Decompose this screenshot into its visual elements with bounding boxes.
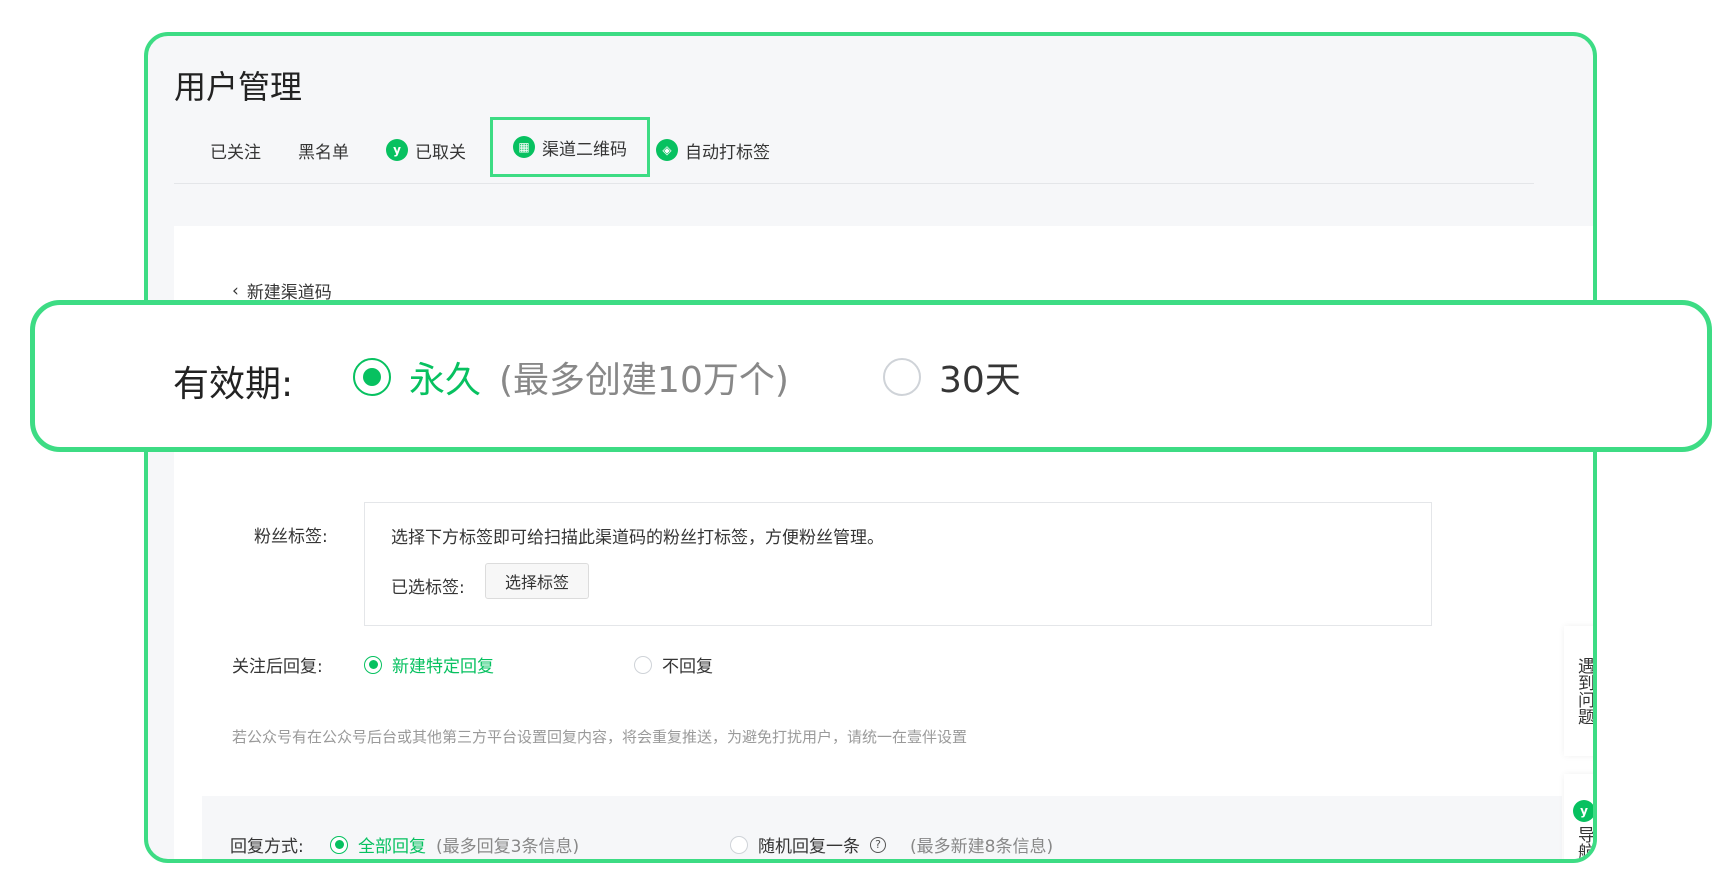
tab-label: 自动打标签 [685,142,770,163]
radio-empty-icon [883,358,921,396]
selected-tags-label: 已选标签: [391,578,465,598]
tab-label: 已取关 [415,142,466,163]
radio-empty-icon [730,835,748,854]
radio-note: (最多回复3条信息) [436,837,580,857]
radio-label: 30天 [939,360,1021,401]
tab-unfollowed[interactable]: y 已取关 [386,122,466,178]
help-circle-icon[interactable]: ? [870,836,886,853]
radio-selected-icon [364,655,382,674]
tag-icon: ◈ [656,139,678,161]
radio-label: 新建特定回复 [392,657,494,677]
chevron-left-icon: ‹ [232,280,239,301]
nav-float-button[interactable]: y 导航 [1564,774,1594,860]
radio-note: (最多创建10万个) [499,360,789,401]
follow-reply-note: 若公众号有在公众号后台或其他第三方平台设置回复内容，将会重复推送，为避免打扰用户… [232,728,968,746]
fan-tags-box: 选择下方标签即可给扫描此渠道码的粉丝打标签，方便粉丝管理。 已选标签: 选择标签 [364,502,1432,626]
radio-empty-icon [634,655,652,674]
help-label: 遇到问题 [1574,657,1594,725]
radio-note: (最多新建8条信息) [910,837,1054,857]
follow-reply-label: 关注后回复: [232,657,323,677]
radio-reply-random[interactable]: 随机回复一条 ? (最多新建8条信息) [730,832,1053,857]
radio-label: 全部回复 [358,837,426,857]
radio-label: 随机回复一条 [758,837,860,857]
stage: 用户管理 已关注 黑名单 y 已取关 ▦ 渠道二维码 ◈ 自动打标签 ‹ 新建渠… [0,0,1735,891]
validity-zoom-callout: 有效期: 永久 (最多创建10万个) 30天 [30,300,1712,452]
page-title: 用户管理 [174,68,303,106]
yiban-icon: y [1573,800,1593,822]
radio-selected-icon [353,358,391,396]
radio-label: 不回复 [662,657,713,677]
nav-label: 导航 [1574,826,1594,860]
select-tags-button[interactable]: 选择标签 [485,563,589,599]
tab-label: 渠道二维码 [542,139,627,160]
qrcode-icon: ▦ [513,136,535,158]
radio-new-reply[interactable]: 新建特定回复 [364,652,494,677]
radio-30-days[interactable]: 30天 [883,351,1021,403]
reply-mode-label: 回复方式: [230,837,304,857]
tab-bar: 已关注 黑名单 y 已取关 ▦ 渠道二维码 ◈ 自动打标签 [174,117,1534,184]
tab-auto-tag[interactable]: ◈ 自动打标签 [656,122,770,178]
tab-channel-qrcode[interactable]: ▦ 渠道二维码 [490,117,650,177]
fan-tags-hint: 选择下方标签即可给扫描此渠道码的粉丝打标签，方便粉丝管理。 [391,528,884,548]
radio-reply-all[interactable]: 全部回复 (最多回复3条信息) [330,832,579,857]
validity-label: 有效期: [173,364,294,405]
help-float-button[interactable]: 遇到问题 [1564,626,1594,756]
radio-selected-icon [330,835,348,854]
tab-followed[interactable]: 已关注 [210,122,261,178]
fan-tags-label: 粉丝标签: [254,527,328,547]
tab-label: 黑名单 [298,142,349,163]
tab-label: 已关注 [210,142,261,163]
radio-permanent[interactable]: 永久 (最多创建10万个) [353,351,789,403]
radio-no-reply[interactable]: 不回复 [634,652,713,677]
tab-blacklist[interactable]: 黑名单 [298,122,349,178]
reply-mode-panel: 回复方式: 全部回复 (最多回复3条信息) 随机回复一条 ? (最多新建8条信息… [202,796,1562,859]
radio-label: 永久 [409,360,482,401]
yiban-icon: y [386,139,408,161]
